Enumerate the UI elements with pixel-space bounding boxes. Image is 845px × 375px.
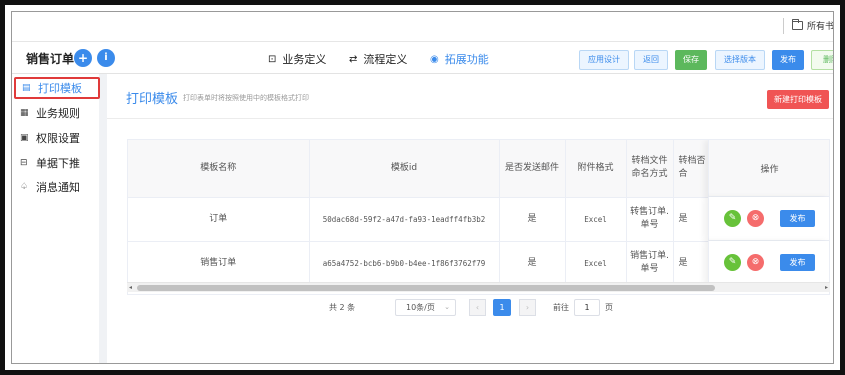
cell-naming-method: 转售订单.单号	[626, 197, 674, 242]
edit-icon[interactable]: ✎	[724, 254, 741, 271]
delete-icon[interactable]: ⊗	[747, 210, 764, 227]
app-window: 所有书签 销售订单 + i ⊡ 业务定义 ⇄ 流程定义 ◉ 拓展功能 应用设计 …	[11, 11, 834, 364]
column-header: 转档文件命名方式	[626, 140, 674, 198]
sidebar-item-label: 权限设置	[36, 132, 80, 145]
cell-template-name: 销售订单	[128, 241, 310, 286]
row-publish-button[interactable]: 发布	[780, 210, 815, 227]
bookmark-folder-all[interactable]: 所有书签	[792, 19, 834, 32]
next-page-button[interactable]: ›	[519, 299, 536, 316]
cell-template-id: 50dac68d-59f2-a47d-fa93-1eadff4fb3b2	[309, 197, 500, 242]
divider	[107, 118, 833, 119]
goto-label: 前往	[553, 303, 569, 312]
delete-button[interactable]: 删除	[811, 50, 833, 70]
cell-send-email: 是	[499, 197, 566, 242]
lock-icon: ▣	[20, 133, 29, 143]
current-page-button[interactable]: 1	[493, 299, 511, 316]
tab-business-definition[interactable]: ⊡ 业务定义	[268, 51, 326, 67]
cell-send-email: 是	[499, 241, 566, 286]
screenshot-frame: 所有书签 销售订单 + i ⊡ 业务定义 ⇄ 流程定义 ◉ 拓展功能 应用设计 …	[0, 0, 845, 375]
column-header: 是否发送邮件	[499, 140, 566, 198]
app-header: 销售订单 + i ⊡ 业务定义 ⇄ 流程定义 ◉ 拓展功能 应用设计 返回 保存…	[12, 42, 833, 74]
sidebar-item-document-push[interactable]: ⊟ 单据下推	[14, 152, 100, 174]
sidebar-item-label: 业务规则	[36, 107, 80, 120]
tab-label: 流程定义	[363, 53, 408, 66]
form-icon: ⊡	[268, 53, 277, 65]
row-actions: ✎ ⊗ 发布	[708, 241, 829, 285]
edit-icon[interactable]: ✎	[724, 210, 741, 227]
add-icon[interactable]: +	[74, 49, 92, 67]
scrollbar-thumb[interactable]	[137, 285, 715, 291]
bookmark-folder-label: 所有书签	[807, 22, 834, 32]
cell-template-name: 订单	[128, 197, 310, 242]
page-size-select[interactable]: 10条/页 ⌄	[395, 299, 456, 316]
column-header: 模板id	[309, 140, 500, 198]
column-header: 转档否合	[673, 140, 709, 198]
prev-page-button[interactable]: ‹	[469, 299, 486, 316]
chevron-down-icon: ⌄	[444, 303, 450, 311]
scroll-left-icon[interactable]: ◂	[129, 283, 132, 293]
delete-icon[interactable]: ⊗	[747, 254, 764, 271]
bookmark-separator	[783, 18, 784, 34]
cell-template-id: a65a4752-bcb6-b9b0-b4ee-1f86f3762f79	[309, 241, 500, 286]
column-header: 附件格式	[565, 140, 627, 198]
rules-icon: ▦	[20, 108, 29, 118]
scroll-right-icon[interactable]: ▸	[825, 283, 828, 293]
main-content: 打印模板 打印表单时将按照使用中的模板格式打印 新建打印模板 模板名称 模板id…	[107, 74, 833, 363]
column-header: 模板名称	[128, 140, 310, 198]
extension-icon: ◉	[430, 53, 439, 65]
sidebar-item-business-rules[interactable]: ▦ 业务规则	[14, 102, 100, 124]
bell-icon: ♤	[20, 182, 29, 192]
tab-extension-features[interactable]: ◉ 拓展功能	[430, 51, 489, 67]
sidebar-item-label: 单据下推	[36, 157, 80, 170]
sidebar-item-notifications[interactable]: ♤ 消息通知	[14, 176, 100, 198]
sidebar-item-print-template[interactable]: ▤ 打印模板	[14, 77, 100, 99]
pagination-total: 共 2 条	[329, 303, 356, 312]
column-header-operations: 操作	[708, 140, 829, 197]
page-description: 打印表单时将按照使用中的模板格式打印	[183, 94, 309, 102]
bookmark-bar: 所有书签	[12, 12, 833, 42]
app-title: 销售订单	[26, 52, 75, 66]
cell-attachment-format: Excel	[565, 241, 627, 286]
back-button[interactable]: 返回	[634, 50, 668, 70]
save-button[interactable]: 保存	[675, 50, 707, 70]
flow-icon: ⇄	[349, 53, 358, 65]
sidebar-item-label: 消息通知	[36, 181, 80, 194]
template-table: 模板名称 模板id 是否发送邮件 附件格式 转档文件命名方式 转档否合 订单 5…	[127, 139, 830, 295]
pagination: 共 2 条 10条/页 ⌄ ‹ 1 › 前往 页	[107, 298, 833, 318]
push-icon: ⊟	[20, 158, 28, 168]
row-publish-button[interactable]: 发布	[780, 254, 815, 271]
sidebar-item-permissions[interactable]: ▣ 权限设置	[14, 127, 100, 149]
printer-icon: ▤	[22, 83, 31, 93]
page-suffix-label: 页	[605, 303, 613, 312]
cell-attachment-format: Excel	[565, 197, 627, 242]
row-actions: ✎ ⊗ 发布	[708, 197, 829, 241]
sidebar-item-label: 打印模板	[38, 82, 82, 95]
app-design-button[interactable]: 应用设计	[579, 50, 629, 70]
folder-icon	[792, 19, 803, 30]
cell-merge: 是	[673, 241, 709, 286]
new-print-template-button[interactable]: 新建打印模板	[767, 90, 829, 109]
select-version-button[interactable]: 选择版本	[715, 50, 765, 70]
goto-page-input[interactable]	[574, 299, 600, 316]
tab-label: 拓展功能	[444, 53, 489, 66]
info-icon[interactable]: i	[97, 49, 115, 67]
page-size-value: 10条/页	[406, 303, 435, 312]
publish-button[interactable]: 发布	[772, 50, 804, 70]
tab-label: 业务定义	[282, 53, 327, 66]
cell-naming-method: 销售订单.单号	[626, 241, 674, 286]
sidebar: ▤ 打印模板 ▦ 业务规则 ▣ 权限设置 ⊟ 单据下推 ♤ 消息通知	[12, 74, 107, 363]
page-title: 打印模板	[126, 92, 179, 107]
tab-flow-definition[interactable]: ⇄ 流程定义	[349, 51, 407, 67]
cell-merge: 是	[673, 197, 709, 242]
horizontal-scrollbar[interactable]: ◂ ▸	[127, 282, 830, 292]
